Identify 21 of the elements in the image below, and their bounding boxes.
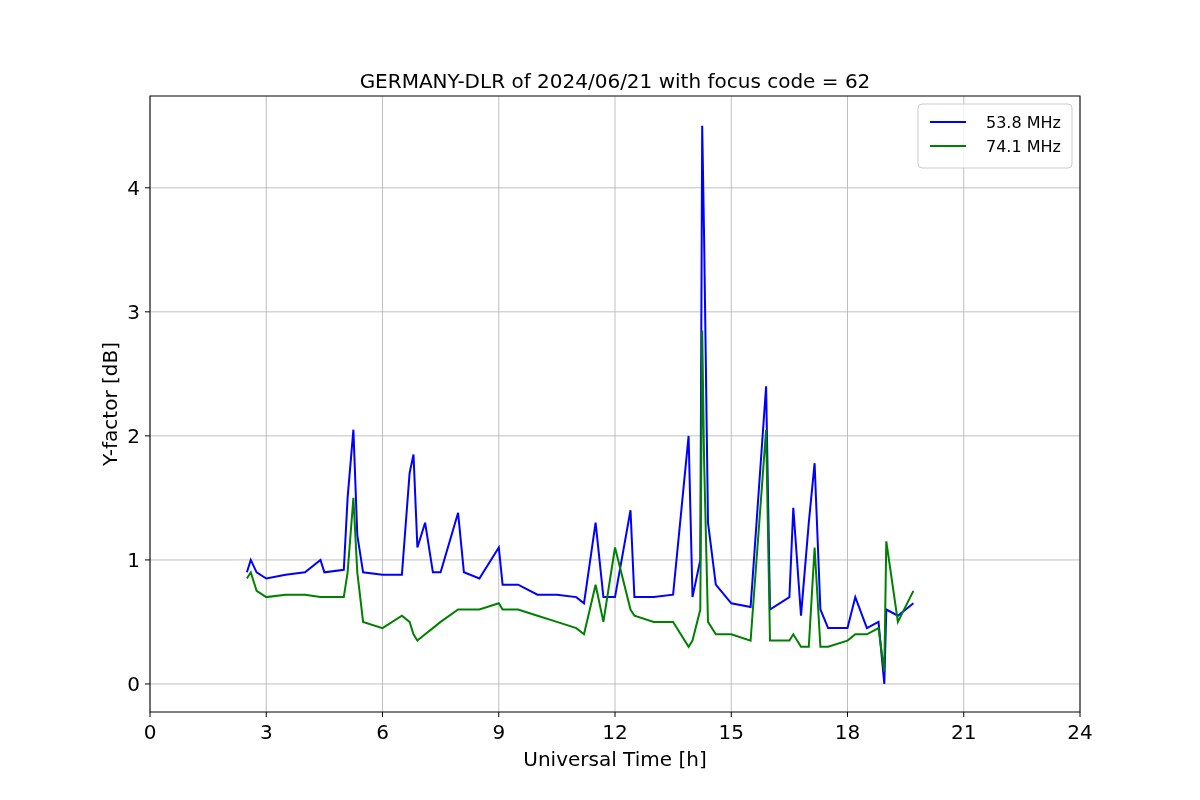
x-tick-label: 24 xyxy=(1067,720,1093,744)
x-tick-label: 18 xyxy=(834,720,861,744)
y-axis-label: Y-factor [dB] xyxy=(98,342,122,466)
x-tick-label: 15 xyxy=(718,720,744,744)
legend-label: 53.8 MHz xyxy=(986,113,1061,132)
legend-label: 74.1 MHz xyxy=(986,137,1061,156)
y-tick-label: 2 xyxy=(127,423,140,448)
chart-title: GERMANY-DLR of 2024/06/21 with focus code = 62 xyxy=(359,69,871,93)
x-tick-label: 3 xyxy=(259,720,273,744)
y-tick-label: 1 xyxy=(127,547,140,572)
legend-line xyxy=(929,121,967,123)
x-tick-label: 0 xyxy=(143,720,157,744)
x-tick-label: 9 xyxy=(492,720,506,744)
y-tick-label: 3 xyxy=(127,299,140,324)
y-tick-label: 0 xyxy=(127,671,140,696)
x-tick-label: 12 xyxy=(602,720,628,744)
x-axis-label: Universal Time [h] xyxy=(523,747,707,771)
y-tick-label: 4 xyxy=(127,175,140,200)
x-tick-label: 6 xyxy=(376,720,389,744)
legend-line xyxy=(929,145,967,147)
x-tick-label: 21 xyxy=(951,720,977,744)
